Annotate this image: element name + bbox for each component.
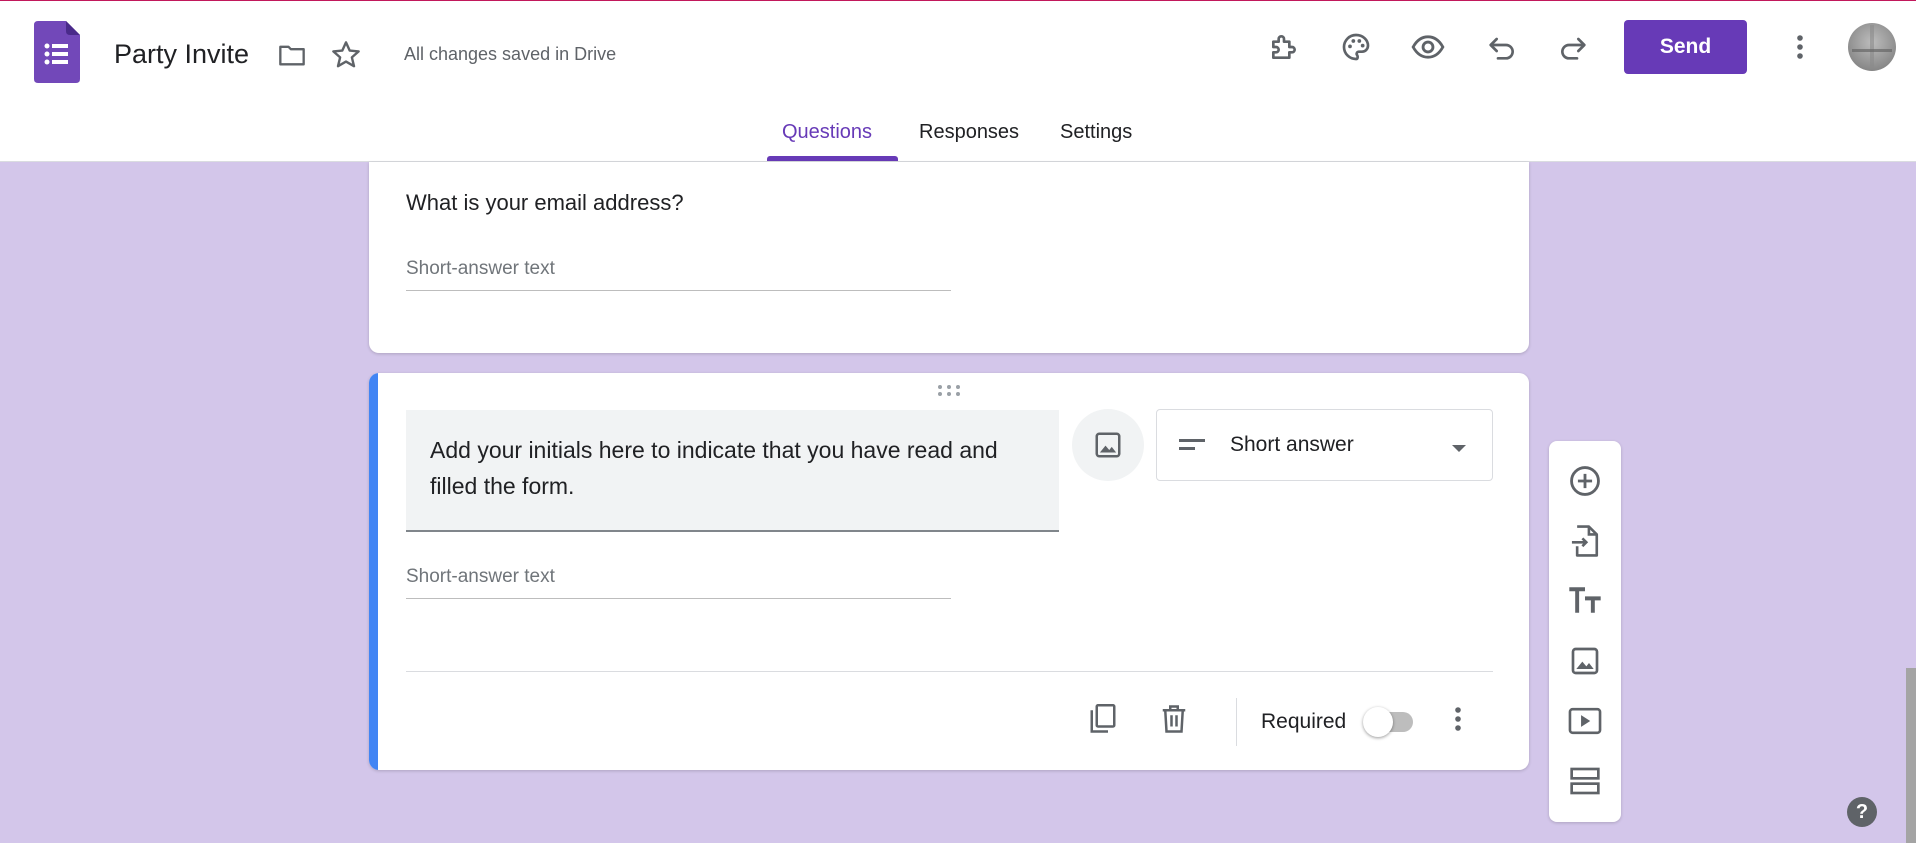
tab-questions[interactable]: Questions [782,121,872,144]
question-title: What is your email address? [406,190,684,215]
short-answer-placeholder: Short-answer text [406,258,951,291]
folder-icon[interactable] [274,39,310,71]
scrollbar-thumb[interactable] [1906,668,1916,843]
add-title-icon[interactable] [1567,583,1603,619]
add-image-icon[interactable] [1567,643,1603,679]
floating-toolbar [1549,441,1621,822]
short-answer-placeholder: Short-answer text [406,566,951,599]
star-icon[interactable] [328,38,364,72]
addons-icon[interactable] [1266,29,1302,65]
document-title[interactable]: Party Invite [114,39,249,70]
short-text-icon [1179,438,1205,457]
redo-icon[interactable] [1555,29,1591,65]
save-status: All changes saved in Drive [404,44,617,64]
question-more-icon[interactable] [1446,699,1470,739]
import-questions-icon[interactable] [1567,523,1603,559]
tab-settings[interactable]: Settings [1060,121,1132,144]
preview-eye-icon[interactable] [1410,29,1446,65]
add-question-icon[interactable] [1567,463,1603,499]
send-button[interactable]: Send [1624,20,1747,74]
required-label: Required [1261,710,1347,733]
forms-logo-icon[interactable] [34,21,80,83]
question-card[interactable]: What is your email address? Short-answer… [369,162,1529,353]
question-type-dropdown[interactable]: Short answer [1156,409,1493,481]
question-title-input[interactable]: Add your initials here to indicate that … [406,410,1059,532]
undo-icon[interactable] [1484,29,1520,65]
duplicate-icon[interactable] [1085,699,1121,739]
drag-handle-icon[interactable] [936,383,962,402]
more-vert-icon[interactable] [1784,29,1816,65]
required-toggle-knob[interactable] [1363,707,1393,737]
question-card-active[interactable]: Add your initials here to indicate that … [369,373,1529,770]
dropdown-arrow-icon [1451,441,1467,459]
focus-accent-bar [369,373,378,770]
footer-divider [406,671,1493,672]
avatar[interactable] [1848,23,1896,71]
add-video-icon[interactable] [1567,703,1603,739]
add-section-icon[interactable] [1567,763,1603,799]
footer-vertical-divider [1236,698,1237,746]
add-image-to-question-icon[interactable] [1072,409,1144,481]
active-tab-indicator [767,156,898,161]
app-header: Party Invite All changes saved in Drive … [0,1,1916,162]
help-icon[interactable]: ? [1847,797,1877,827]
delete-icon[interactable] [1156,699,1192,739]
palette-icon[interactable] [1338,29,1374,65]
question-type-label: Short answer [1230,433,1354,456]
tab-responses[interactable]: Responses [919,121,1019,144]
